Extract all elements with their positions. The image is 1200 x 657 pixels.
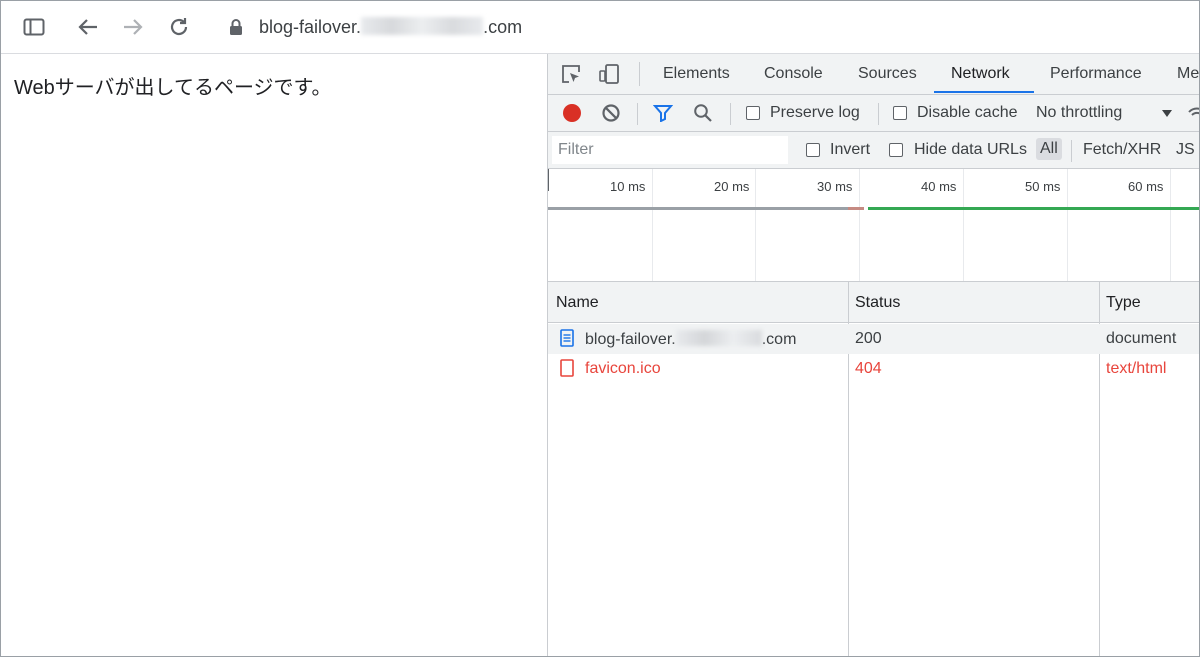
active-tab-indicator [934,91,1034,93]
invert-label: Invert [830,141,871,158]
timeline-tick-label: 30 ms [817,179,853,194]
redacted-domain [675,330,762,346]
request-name: blog-failover. .com [585,330,796,349]
screenshot-frame: blog-failover. .com Webサーバが出してるページです。 Ele… [0,0,1200,657]
preserve-log-checkbox[interactable] [746,106,760,120]
toolbar-separator [878,103,879,125]
request-name-prefix: blog-failover. [585,331,676,348]
invert-checkbox[interactable] [806,143,820,157]
tab-sources[interactable]: Sources [858,65,917,83]
filter-type-js[interactable]: JS [1176,141,1195,159]
disable-cache-checkbox[interactable] [893,106,907,120]
table-row[interactable]: blog-failover. .com 200 document [548,324,1199,354]
timeline-start-marker [548,169,549,191]
column-header-name[interactable]: Name [556,294,599,312]
request-type: document [1106,330,1177,347]
timeline-gridline [963,169,964,281]
timeline-tick-label: 60 ms [1128,179,1164,194]
devtools-tab-bar: Elements Console Sources Network Perform… [548,54,1199,95]
timeline-gridline [1170,169,1171,281]
tab-separator [639,62,640,86]
table-row[interactable]: favicon.ico 404 text/html [548,354,1199,384]
tab-network[interactable]: Network [951,65,1010,83]
network-conditions-icon[interactable] [1184,100,1199,126]
hide-data-urls-label: Hide data URLs [914,141,1027,158]
forward-arrow-icon[interactable] [120,14,146,40]
page-text: Webサーバが出してるページです。 [14,77,332,99]
waterfall-bar-wait [548,207,848,210]
timeline-tick-label: 20 ms [714,179,750,194]
network-toolbar: Preserve log Disable cache No throttling [548,95,1199,132]
browser-toolbar: blog-failover. .com [1,1,1199,54]
address-bar[interactable]: blog-failover. .com [259,17,522,38]
tab-memory[interactable]: Me [1177,65,1199,83]
filter-type-all[interactable]: All [1036,138,1062,160]
timeline-gridline [652,169,653,281]
filter-input[interactable]: Filter [552,136,788,164]
request-type: text/html [1106,360,1167,377]
tab-performance[interactable]: Performance [1050,65,1142,83]
toolbar-separator [730,103,731,125]
preserve-log-label: Preserve log [770,104,860,121]
reload-icon[interactable] [166,14,192,40]
clear-icon[interactable] [598,100,624,126]
hide-data-urls-checkbox[interactable] [889,143,903,157]
timeline-tick-label: 10 ms [610,179,646,194]
request-status: 404 [855,360,882,377]
filter-bar: Filter Invert Hide data URLs All Fetch/X… [548,132,1199,169]
dropdown-caret-icon[interactable] [1154,100,1180,126]
toolbar-separator [637,103,638,125]
inspect-element-icon[interactable] [558,61,584,87]
request-table-header: Name Status Type [548,282,1199,323]
url-prefix: blog-failover. [259,17,362,37]
request-status: 200 [855,330,882,347]
timeline-overview[interactable]: 10 ms 20 ms 30 ms 40 ms 50 ms 60 ms [548,169,1199,282]
redacted-domain [361,17,484,35]
timeline-gridline [1067,169,1068,281]
tab-console[interactable]: Console [764,65,823,83]
timeline-gridline [755,169,756,281]
back-arrow-icon[interactable] [75,14,101,40]
device-toolbar-icon[interactable] [596,61,622,87]
tab-elements[interactable]: Elements [663,65,730,83]
search-icon[interactable] [690,100,716,126]
document-file-icon [556,327,578,349]
waterfall-bar-ssl [848,207,864,210]
timeline-tick-label: 50 ms [1025,179,1061,194]
timeline-gridline [859,169,860,281]
error-file-icon [556,357,578,379]
request-name: favicon.ico [585,360,661,377]
column-header-type[interactable]: Type [1106,294,1141,312]
lock-icon[interactable] [223,14,249,40]
sidebar-toggle-icon[interactable] [21,14,47,40]
filter-type-fetch-xhr[interactable]: Fetch/XHR [1083,141,1161,159]
filter-icon[interactable] [650,100,676,126]
disable-cache-label: Disable cache [917,104,1018,121]
record-icon[interactable] [559,100,585,126]
request-name-suffix: .com [761,331,797,348]
column-header-status[interactable]: Status [855,294,900,312]
filter-separator [1071,140,1072,162]
throttling-select[interactable]: No throttling [1036,104,1122,122]
waterfall-bar-download [868,207,1199,210]
web-page: Webサーバが出してるページです。 [1,54,547,656]
devtools-panel: Elements Console Sources Network Perform… [547,54,1199,656]
timeline-tick-label: 40 ms [921,179,957,194]
url-suffix: .com [483,17,523,37]
